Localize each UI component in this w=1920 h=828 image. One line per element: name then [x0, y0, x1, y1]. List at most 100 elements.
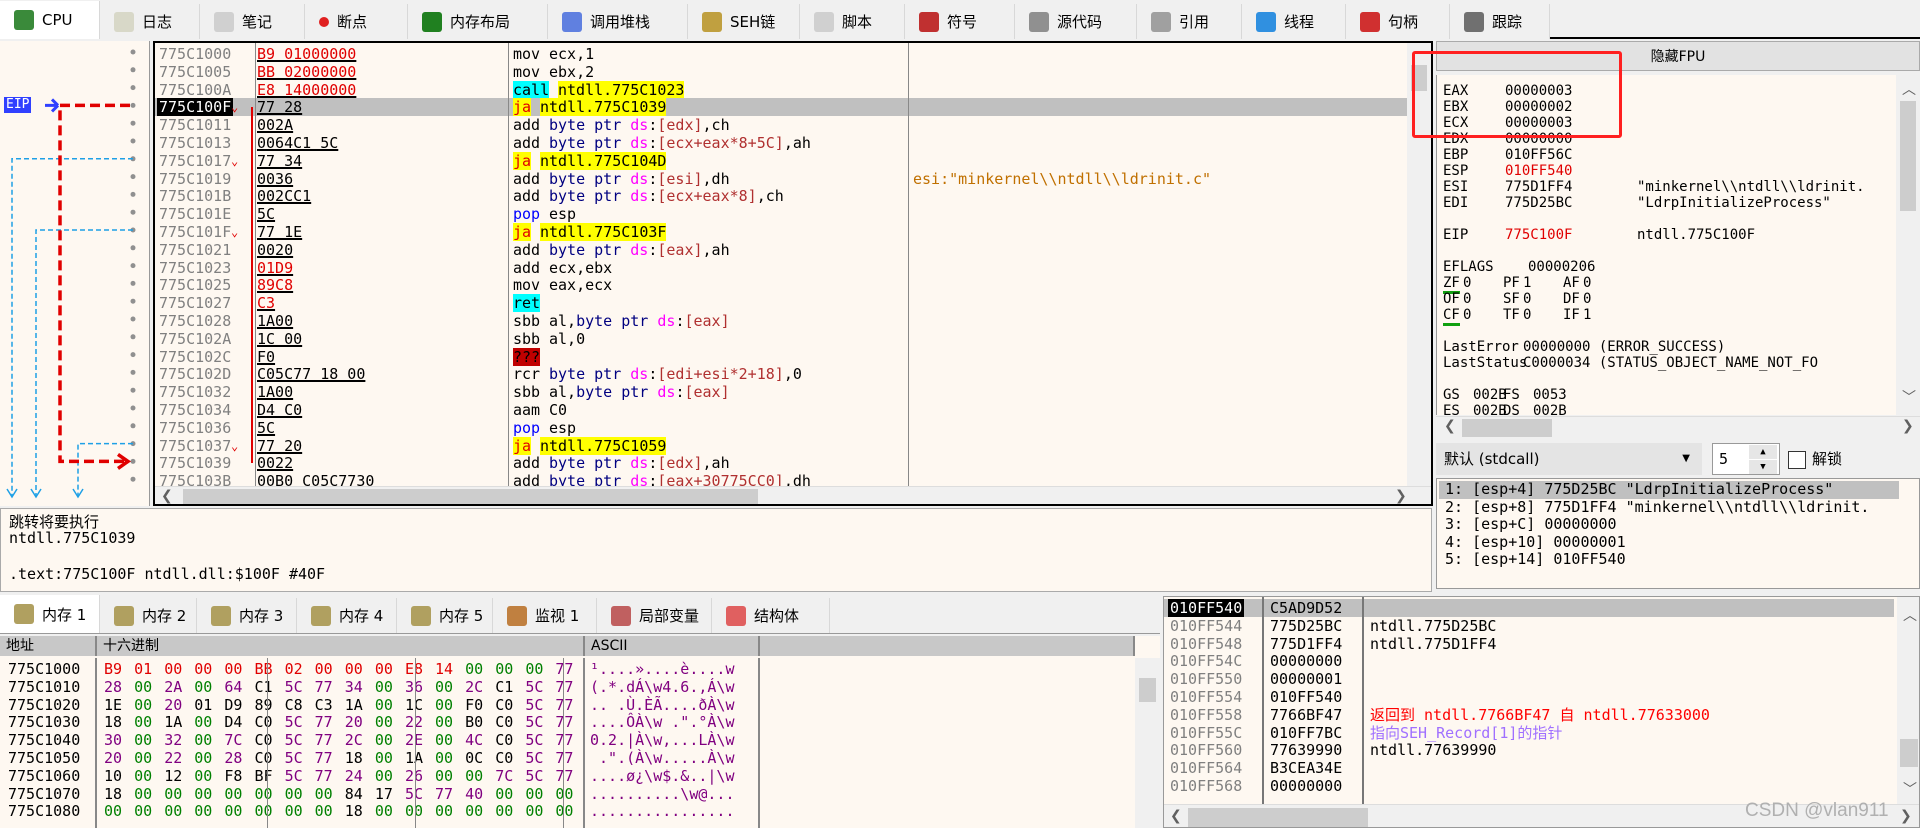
tab-breakpoint[interactable]: 断点	[305, 4, 408, 39]
tab-内存1[interactable]: 内存 1	[0, 595, 100, 633]
tab-notes[interactable]: 笔记	[200, 4, 305, 39]
dump-row[interactable]: 775C1040 30 00 32 00 7C C0 5C 77 2C 00 2E…	[0, 731, 1135, 749]
tab-cpu[interactable]: CPU	[0, 1, 100, 39]
disasm-row[interactable]: 775C101B 002CC1 add byte ptr ds:[ecx+eax*8]…	[155, 187, 1407, 205]
register-line[interactable]: LastError 00000000 (ERROR_SUCCESS)	[1443, 339, 1725, 355]
flag-value[interactable]: 0	[1463, 275, 1471, 291]
tab-监视1[interactable]: 监视 1	[493, 598, 597, 633]
register-line[interactable]: EBP 010FF56C	[1443, 147, 1572, 163]
scroll-up-icon[interactable]: ︿	[1903, 605, 1917, 625]
dump-hex[interactable]: B9 01 00 00 00 BB 02 00 00 00 E8 14 00 0…	[104, 660, 573, 678]
tab-trace[interactable]: 跟踪	[1450, 4, 1550, 39]
dump-row[interactable]: 775C1080 00 00 00 00 00 00 00 00 18 00 00…	[0, 802, 1135, 820]
disassembly-view[interactable]: 775C1000 B9 01000000 mov ecx,1 775C1005 BB 02…	[153, 41, 1433, 506]
flag-value[interactable]: 0053	[1533, 387, 1567, 403]
tab-内存3[interactable]: 内存 3	[197, 598, 297, 633]
tab-call-stack[interactable]: 调用堆栈	[548, 4, 688, 39]
tab-references[interactable]: 引用	[1137, 4, 1242, 39]
dump-hex[interactable]: 18 00 1A 00 D4 C0 5C 77 20 00 22 00 B0 C…	[104, 713, 573, 731]
tab-内存5[interactable]: 内存 5	[397, 598, 493, 633]
dump-row[interactable]: 775C1000 B9 01 00 00 00 BB 02 00 00 00 E8…	[0, 660, 1135, 678]
register-value[interactable]: 775D25BC	[1505, 195, 1572, 211]
calling-convention-dropdown[interactable]: 默认 (stdcall) ▼	[1436, 443, 1702, 475]
register-line[interactable]: LastStatus C0000034 (STATUS_OBJECT_NAME_N…	[1443, 355, 1818, 371]
disasm-row[interactable]: 775C103B 00B0 C05C7730 add byte ptr ds:[eax…	[155, 472, 1407, 486]
disasm-row[interactable]: 775C101E 5C pop esp	[155, 205, 1407, 223]
stack-vertical-scrollbar[interactable]: ︿ ﹀	[1897, 597, 1919, 804]
scroll-down-icon[interactable]: ﹀	[1903, 779, 1917, 799]
flag-value[interactable]: 002B	[1473, 387, 1507, 403]
register-value[interactable]: 775D1FF4	[1505, 179, 1572, 195]
argument-item[interactable]: 3: [esp+C] 00000000	[1439, 516, 1899, 534]
register-line[interactable]: ESI 775D1FF4 "minkernel\\ntdll\\ldrinit.	[1443, 179, 1865, 195]
register-line[interactable]: EIP 775C100F ntdll.775C100F	[1443, 227, 1755, 243]
register-line[interactable]: ESP 010FF540	[1443, 163, 1572, 179]
disasm-row[interactable]: 775C1011 002A add byte ptr ds:[edx],ch	[155, 116, 1407, 134]
registers-horizontal-scrollbar[interactable]: ❮ ❯	[1436, 416, 1920, 438]
tab-symbol[interactable]: 符号	[905, 4, 1015, 39]
disasm-row[interactable]: 775C1017 77 34 ja ntdll.775C104D ⌄	[155, 151, 1407, 170]
spin-up-icon[interactable]: ▲	[1749, 445, 1777, 459]
flag-value[interactable]: 0	[1523, 307, 1531, 323]
dump-hex[interactable]: 00 00 00 00 00 00 00 00 18 00 00 00 00 0…	[104, 802, 573, 820]
dump-hex[interactable]: 20 00 22 00 28 C0 5C 77 18 00 1A 00 0C C…	[104, 749, 573, 767]
registers-vertical-scrollbar[interactable]: ︿ ﹀	[1896, 75, 1920, 415]
dump-row[interactable]: 775C1050 20 00 22 00 28 C0 5C 77 18 00 1A…	[0, 749, 1135, 767]
dump-header-hex[interactable]: 十六进制	[97, 636, 585, 656]
disasm-horizontal-scrollbar[interactable]: ❮ ❯	[155, 486, 1431, 504]
register-value[interactable]: 010FF56C	[1505, 147, 1572, 163]
disasm-row[interactable]: 775C1000 B9 01000000 mov ecx,1	[155, 45, 1407, 63]
dump-header-address[interactable]: 地址	[0, 636, 97, 656]
argument-item[interactable]: 5: [esp+14] 010FF540	[1439, 551, 1899, 569]
unlock-checkbox[interactable]	[1788, 451, 1806, 469]
disasm-row[interactable]: 775C1028 1A00 sbb al,byte ptr ds:[eax]	[155, 312, 1407, 330]
scroll-left-icon[interactable]: ❮	[1444, 418, 1456, 434]
dump-hex[interactable]: 30 00 32 00 7C C0 5C 77 2C 00 2E 00 4C C…	[104, 731, 573, 749]
stack-row[interactable]: 010FF544 775D25BC ntdll.775D25BC	[1164, 617, 1894, 635]
dump-header-ascii[interactable]: ASCII	[585, 636, 760, 656]
disasm-row[interactable]: 775C1034 D4 C0 aam C0	[155, 401, 1407, 419]
tab-handles[interactable]: 句柄	[1346, 4, 1450, 39]
dump-hex[interactable]: 28 00 2A 00 64 C1 5C 77 34 00 36 00 2C C…	[104, 678, 573, 696]
flag-value[interactable]: 0	[1523, 291, 1531, 307]
flag-value[interactable]: 002B	[1473, 403, 1507, 415]
stack-row[interactable]: 010FF558 7766BF47 返回到 ntdll.7766BF47 自 ntd…	[1164, 706, 1894, 724]
flag-value[interactable]: 0	[1463, 307, 1471, 323]
stack-row[interactable]: 010FF548 775D1FF4 ntdll.775D1FF4	[1164, 635, 1894, 653]
dump-row[interactable]: 775C1010 28 00 2A 00 64 C1 5C 77 34 00 36…	[0, 678, 1135, 696]
argument-item[interactable]: 2: [esp+8] 775D1FF4 "minkernel\\ntdll\\l…	[1439, 498, 1899, 517]
dump-row[interactable]: 775C1070 18 00 00 00 00 00 00 00 84 17 5C…	[0, 785, 1135, 803]
disasm-row[interactable]: 775C102C F0???	[155, 347, 1407, 366]
tab-seh[interactable]: SEH链	[688, 4, 800, 39]
register-value[interactable]: 00000000 (ERROR_SUCCESS)	[1523, 339, 1725, 355]
scroll-right-icon[interactable]: ❯	[1900, 808, 1912, 824]
disasm-row[interactable]: 775C101F 77 1E ja ntdll.775C103F ⌄	[155, 223, 1407, 241]
stack-row[interactable]: 010FF560 77639990 ntdll.77639990	[1164, 741, 1894, 759]
disasm-row[interactable]: 775C1005 BB 02000000 mov ebx,2	[155, 63, 1407, 81]
register-line[interactable]: EDI 775D25BC "LdrpInitializeProcess"	[1443, 195, 1831, 211]
stack-row[interactable]: 010FF55C 010FF7BC 指向SEH_Record[1]的指针	[1164, 724, 1894, 742]
argument-item[interactable]: 4: [esp+10] 00000001	[1439, 533, 1899, 552]
dump-header-extra[interactable]	[760, 636, 1135, 656]
stack-row[interactable]: 010FF564 B3CEA34E	[1164, 759, 1894, 777]
flag-value[interactable]: 0	[1583, 275, 1591, 291]
disasm-row[interactable]: 775C1013 0064C1 5C add byte ptr ds:[ecx+eax…	[155, 134, 1407, 152]
dump-hex[interactable]: 1E 00 20 01 D9 89 C8 C3 1A 00 1C 00 F0 C…	[104, 696, 573, 714]
register-value[interactable]: 010FF540	[1505, 163, 1572, 179]
tab-结构体[interactable]: 结构体	[712, 598, 830, 633]
flag-value[interactable]: 002B	[1533, 403, 1567, 415]
disasm-row[interactable]: 775C1027 C3 ret	[155, 294, 1407, 313]
stack-view[interactable]: 010FF540 C5AD9D52 010FF544 775D25BC ntdll.77…	[1163, 596, 1920, 828]
flag-value[interactable]: 0	[1583, 291, 1591, 307]
disasm-row[interactable]: 775C102A 1C 00 sbb al,0	[155, 330, 1407, 348]
disasm-row[interactable]: 775C1021 0020 add byte ptr ds:[eax],ah	[155, 241, 1407, 259]
disasm-row[interactable]: 775C102D C05C77 18 00 rcr byte ptr ds:[edi+…	[155, 365, 1407, 383]
scroll-left-icon[interactable]: ❮	[161, 488, 173, 504]
tab-threads[interactable]: 线程	[1242, 4, 1346, 39]
register-value[interactable]: C0000034 (STATUS_OBJECT_NAME_NOT_FO	[1523, 355, 1818, 371]
disasm-row[interactable]: 775C1025 89C8 mov eax,ecx	[155, 276, 1407, 294]
spin-down-icon[interactable]: ▼	[1749, 460, 1777, 474]
stack-row[interactable]: 010FF550 00000001	[1164, 670, 1894, 688]
disasm-row[interactable]: 775C100A E8 14000000 call ntdll.775C1023	[155, 80, 1407, 99]
arguments-list[interactable]: 1: [esp+4] 775D25BC "LdrpInitializeProce…	[1436, 478, 1920, 589]
